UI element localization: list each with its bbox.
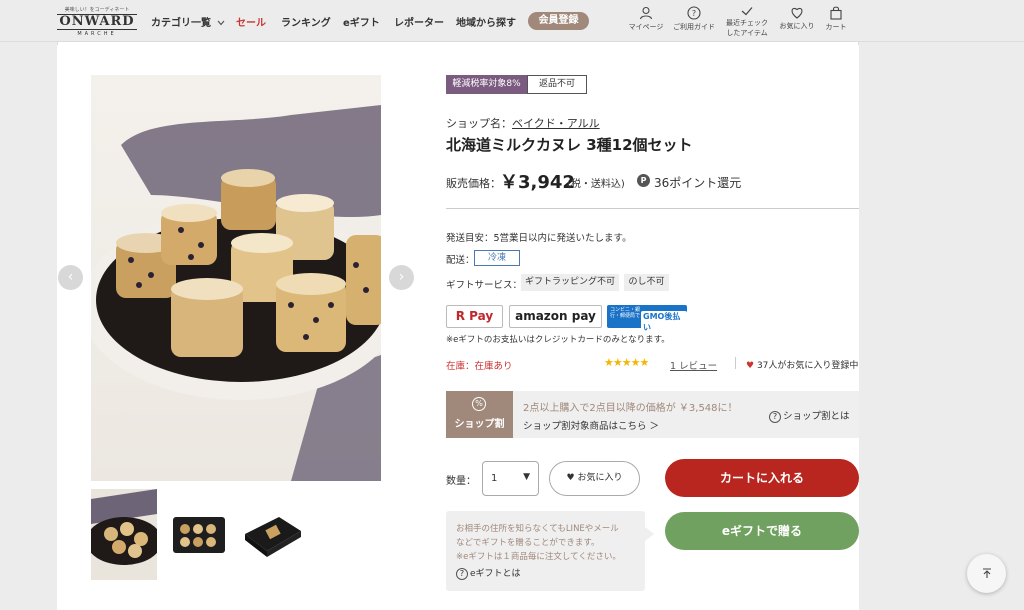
add-to-cart-button[interactable]: カートに入れる (665, 459, 859, 497)
logo-tagline: 美味しい！をコーディネート (64, 7, 130, 13)
stock-status: 在庫：在庫あり (446, 361, 513, 372)
percent-icon: % (472, 397, 486, 411)
shop-discount-items-link[interactable]: ショップ割対象商品はこちら ＞ (523, 418, 659, 432)
points-text: 36ポイント還元 (654, 176, 742, 190)
product-title: 北海道ミルクカヌレ 3種12個セット (446, 136, 693, 154)
svg-text:?: ? (692, 9, 696, 18)
panel-divider (57, 42, 859, 45)
nav-egift[interactable]: eギフト (343, 14, 380, 29)
shop-discount-help-label: ショップ割とは (783, 411, 850, 422)
shop-discount-text: 2点以上購入で2点目以降の価格が ￥3,548に！ (523, 403, 738, 414)
shop-discount-help[interactable]: ? ショップ割とは (769, 408, 850, 423)
shop-discount-tag: % ショップ割 (446, 391, 513, 438)
egift-help-link[interactable]: ? eギフトとは (456, 566, 521, 580)
shop-name-link[interactable]: ベイクド・アルル (512, 117, 600, 130)
register-button[interactable]: 会員登録 (528, 12, 589, 30)
amazon-pay-logo: amazon pay (509, 305, 602, 328)
nav-category-label: カテゴリ一覧 (151, 18, 211, 29)
caret-down-icon: ▼ (523, 472, 530, 482)
person-icon (639, 6, 653, 20)
thumbnail-3[interactable] (239, 489, 305, 580)
egift-info-line3: ※eギフトは１商品毎に注文してください。 (456, 552, 621, 562)
gift-service-label: ギフトサービス： (446, 280, 523, 291)
heart-icon: ♥ (746, 361, 755, 371)
gmo-line1: コンビニ・銀行・郵便局で (610, 307, 641, 319)
shop-discount-banner: % ショップ割 2点以上購入で2点目以降の価格が ￥3,548に！ ショップ割対… (446, 391, 859, 438)
rating-separator (735, 357, 736, 369)
egift-info-box: お相手の住所を知らなくてもLINEやメール などでギフトを贈ることができます。 … (446, 511, 645, 591)
logo-sub: MARCHE (77, 31, 117, 37)
question-icon: ? (687, 6, 701, 20)
rakuten-pay-logo: R Pay (446, 305, 503, 328)
heart-icon (791, 7, 803, 19)
quantity-select[interactable]: 1 ▼ (482, 461, 539, 496)
thumbnail-2[interactable] (165, 489, 231, 580)
add-favorite-label: お気に入り (577, 473, 623, 483)
egift-info-pointer (645, 527, 654, 541)
rating-stars: ★★★★★ (604, 356, 649, 369)
photo-next-arrow[interactable]: › (389, 265, 414, 290)
chevron-right-icon: › (398, 269, 405, 285)
header-guide-label: ご利用ガイド (673, 23, 715, 31)
review-link[interactable]: 1 レビュー (670, 358, 717, 372)
section-divider (446, 208, 859, 209)
product-main-image[interactable] (91, 75, 381, 481)
site-header: 美味しい！をコーディネート ONWARD MARCHE カテゴリ一覧 セール ラ… (0, 0, 1024, 42)
header-mypage-label: マイページ (628, 23, 664, 31)
check-icon (741, 7, 753, 16)
tax-note: (税・送料込) (567, 179, 625, 190)
tax-badge: 軽減税率対象8% (446, 75, 527, 94)
delivery-frozen-badge: 冷凍 (474, 250, 520, 266)
heart-icon: ♥ (566, 473, 575, 483)
nav-sale[interactable]: セール (236, 14, 266, 29)
price-label: 販売価格： (446, 177, 501, 190)
delivery-label: 配送： (446, 255, 475, 266)
payment-note: ※eギフトのお支払いはクレジットカードのみとなります。 (446, 335, 670, 345)
shop-discount-label: ショップ割 (454, 419, 505, 430)
canele-photo (91, 105, 381, 481)
egift-info-line2: などでギフトを贈ることができます。 (456, 538, 600, 548)
quantity-value: 1 (491, 473, 498, 484)
shipping-estimate: 発送目安：5営業日以内に発送いたします。 (446, 233, 632, 244)
arrow-up-icon (982, 567, 991, 578)
scroll-to-top-button[interactable] (967, 554, 1006, 593)
site-logo[interactable]: 美味しい！をコーディネート ONWARD MARCHE (57, 6, 137, 38)
egift-info-line1: お相手の住所を知らなくてもLINEやメール (456, 524, 619, 534)
gmo-line2: GMO後払い (641, 311, 687, 333)
header-cart-label: カート (825, 23, 847, 31)
bag-icon (830, 6, 842, 20)
gift-wrap-badge: ギフトラッピング不可 (521, 274, 619, 291)
no-return-badge: 返品不可 (527, 75, 587, 94)
nav-ranking[interactable]: ランキング (281, 14, 331, 29)
shop-name-prefix: ショップ名： (446, 117, 512, 130)
photo-prev-arrow[interactable]: ‹ (58, 265, 83, 290)
add-favorite-button[interactable]: ♥ お気に入り (549, 461, 640, 496)
header-cart[interactable]: カート (804, 6, 868, 32)
chevron-left-icon: ‹ (67, 269, 74, 285)
chevron-down-icon (217, 18, 225, 29)
egift-help-label: eギフトとは (470, 569, 521, 579)
nav-region[interactable]: 地域から探す (456, 14, 516, 29)
shop-name-line: ショップ名：ベイクド・アルル (446, 115, 600, 131)
favorites-count-text: 37人がお気に入り登録中 (756, 361, 859, 371)
gmo-deferred-logo: コンビニ・銀行・郵便局で GMO後払い (607, 305, 687, 333)
nav-reporter[interactable]: レポーター (394, 14, 444, 29)
quantity-label: 数量： (446, 476, 476, 487)
send-egift-button[interactable]: eギフトで贈る (665, 512, 859, 550)
favorites-count: ♥ 37人がお気に入り登録中 (746, 358, 858, 371)
question-icon: ? (456, 567, 468, 580)
price-value: ￥3,942 (500, 172, 575, 193)
logo-brand: ONWARD (57, 14, 137, 30)
question-icon: ? (769, 410, 781, 423)
noshi-badge: のし不可 (624, 274, 669, 291)
points-icon: P (637, 174, 650, 187)
thumbnail-1[interactable] (91, 489, 157, 580)
nav-category-list[interactable]: カテゴリ一覧 (151, 14, 225, 29)
